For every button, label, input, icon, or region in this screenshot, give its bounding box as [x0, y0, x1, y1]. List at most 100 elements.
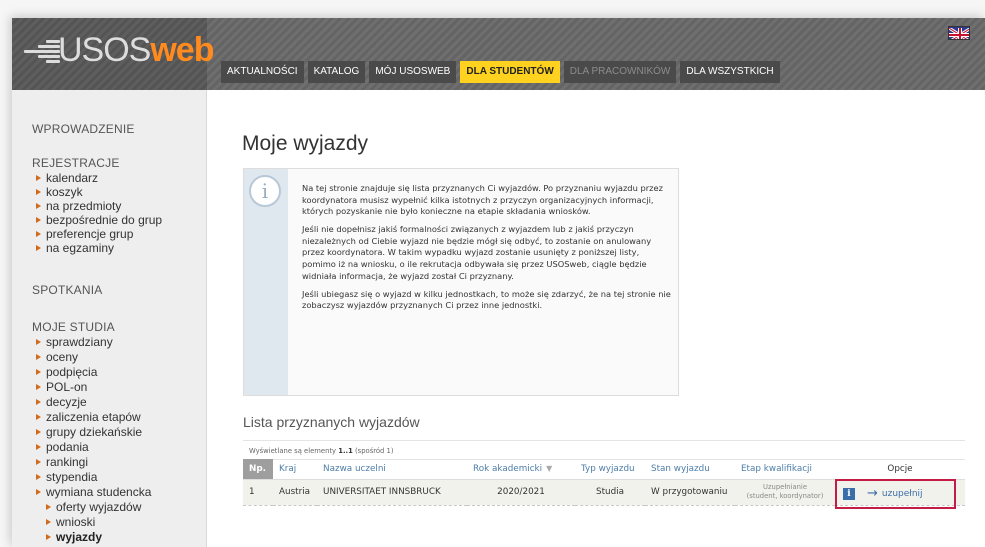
bullet-icon: [36, 489, 41, 495]
sidebar-heading-wprowadzenie[interactable]: WPROWADZENIE: [32, 122, 135, 136]
trips-table: Np. Kraj Nazwa uczelni Rok akademicki ▼ T…: [243, 459, 965, 509]
sidebar-item-label: zaliczenia etapów: [46, 410, 141, 424]
bullet-icon: [36, 474, 41, 480]
sidebar-item-preferencje[interactable]: preferencje grup: [36, 227, 133, 241]
column-typ[interactable]: Typ wyjazdu: [575, 459, 645, 480]
list-title: Lista przyznanych wyjazdów: [243, 414, 420, 430]
sidebar-item-label: wymiana studencka: [46, 485, 152, 499]
summary-prefix: Wyświetlane są elementy: [249, 447, 339, 455]
column-kraj[interactable]: Kraj: [273, 459, 317, 480]
column-np[interactable]: Np.: [243, 459, 273, 480]
bullet-icon: [36, 399, 41, 405]
browser-frame: USOSweb AKTUALNOŚCI KATALOG MÓJ USOSWEB …: [12, 18, 985, 547]
info-paragraph: Jeśli ubiegasz się o wyjazd w kilku jedn…: [302, 288, 671, 311]
sidebar-item-label: bezpośrednie do grup: [46, 213, 163, 227]
header: USOSweb AKTUALNOŚCI KATALOG MÓJ USOSWEB …: [12, 18, 985, 90]
details-info-icon[interactable]: i: [843, 487, 855, 500]
cell-typ: Studia: [575, 479, 645, 506]
sidebar-item-label: POL-on: [46, 380, 88, 394]
cell-opcje: i → uzupełnij: [835, 478, 965, 509]
sidebar-item-koszyk[interactable]: koszyk: [36, 185, 83, 199]
bullet-icon: [36, 414, 41, 420]
sort-icon: ▼: [546, 463, 553, 473]
tab-moj-usosweb[interactable]: MÓJ USOSWEB: [369, 61, 457, 83]
sidebar-item-bezposrednie[interactable]: bezpośrednie do grup: [36, 213, 162, 227]
bullet-icon: [36, 384, 41, 390]
column-stan[interactable]: Stan wyjazdu: [645, 459, 735, 480]
sidebar-item-zaliczenia[interactable]: zaliczenia etapów: [36, 410, 141, 424]
bullet-icon: [36, 429, 41, 435]
sidebar-item-label: rankingi: [46, 455, 89, 469]
stage-line2: (student, koordynator): [746, 492, 824, 500]
stage-line1: Uzupełnianie: [762, 483, 808, 491]
sidebar-item-na-przedmioty[interactable]: na przedmioty: [36, 199, 121, 213]
options-highlight: i → uzupełnij: [835, 478, 956, 509]
sidebar-item-stypendia[interactable]: stypendia: [36, 470, 97, 484]
cell-stan: W przygotowaniu: [645, 479, 735, 506]
info-box: i Na tej stronie znajduje się lista przy…: [243, 168, 679, 396]
sidebar-item-podania[interactable]: podania: [36, 440, 89, 454]
column-etap[interactable]: Etap kwalifikacji: [735, 459, 835, 480]
tab-katalog[interactable]: KATALOG: [307, 61, 366, 83]
column-uczelnia[interactable]: Nazwa uczelni: [317, 459, 467, 480]
sidebar-heading-spotkania[interactable]: SPOTKANIA: [32, 283, 102, 297]
cell-np: 1: [243, 479, 273, 506]
main-tabs: AKTUALNOŚCI KATALOG MÓJ USOSWEB DLA STUD…: [221, 61, 784, 83]
fill-in-link[interactable]: → uzupełnij: [867, 486, 923, 501]
uk-flag-icon[interactable]: [948, 26, 970, 40]
bullet-icon: [36, 369, 41, 375]
bullet-icon: [46, 519, 51, 525]
bullet-icon: [36, 444, 41, 450]
sidebar-item-label: wnioski: [56, 515, 96, 529]
sidebar-item-oceny[interactable]: oceny: [36, 350, 78, 364]
page-title: Moje wyjazdy: [242, 132, 369, 155]
tab-dla-studentow[interactable]: DLA STUDENTÓW: [460, 61, 560, 83]
sidebar-subitem-wyjazdy[interactable]: wyjazdy: [46, 530, 102, 544]
info-text: Na tej stronie znajduje się lista przyzn…: [302, 183, 672, 318]
bullet-icon: [36, 354, 41, 360]
sidebar-subitem-oferty[interactable]: oferty wyjazdów: [46, 500, 141, 514]
tab-dla-pracownikow: DLA PRACOWNIKÓW: [563, 61, 677, 83]
sidebar-item-label: kalendarz: [46, 171, 99, 185]
sidebar-heading-moje-studia[interactable]: MOJE STUDIA: [32, 320, 115, 334]
sidebar-item-label: oferty wyjazdów: [56, 500, 142, 514]
info-paragraph: Jeśli nie dopełnisz jakiś formalności zw…: [302, 224, 652, 281]
sidebar-subitem-wnioski[interactable]: wnioski: [46, 515, 95, 529]
sidebar-item-rankingi[interactable]: rankingi: [36, 455, 88, 469]
sidebar-heading-rejestracje[interactable]: REJESTRACJE: [32, 156, 120, 170]
sidebar-item-label: na przedmioty: [46, 199, 122, 213]
logo-text-web: web: [150, 31, 214, 69]
sidebar-item-podpiecia[interactable]: podpięcia: [36, 365, 97, 379]
sidebar-item-label: sprawdziany: [46, 335, 113, 349]
sidebar-item-sprawdziany[interactable]: sprawdziany: [36, 335, 113, 349]
bullet-icon: [36, 217, 41, 223]
bullet-icon: [36, 245, 41, 251]
logo[interactable]: USOSweb: [12, 18, 214, 90]
sidebar-item-decyzje[interactable]: decyzje: [36, 395, 87, 409]
summary-suffix: (spośród 1): [352, 447, 394, 455]
tab-aktualnosci[interactable]: AKTUALNOŚCI: [221, 61, 304, 83]
bullet-icon: [36, 459, 41, 465]
column-rok-label: Rok akademicki: [473, 463, 543, 474]
sidebar-item-label: podania: [46, 440, 89, 454]
bullet-icon: [46, 534, 51, 540]
info-stripe: i: [244, 169, 288, 395]
sidebar-item-label: stypendia: [46, 470, 98, 484]
sidebar-item-label: wyjazdy: [56, 530, 103, 544]
sidebar-item-label: grupy dziekańskie: [46, 425, 143, 439]
sidebar-item-egzaminy[interactable]: na egzaminy: [36, 241, 114, 255]
column-rok[interactable]: Rok akademicki ▼: [467, 459, 575, 480]
sidebar-item-kalendarz[interactable]: kalendarz: [36, 171, 98, 185]
sidebar-item-grupy[interactable]: grupy dziekańskie: [36, 425, 142, 439]
list-summary: Wyświetlane są elementy 1..1 (spośród 1): [243, 440, 965, 460]
info-paragraph: Na tej stronie znajduje się lista przyzn…: [302, 183, 663, 217]
sidebar-item-label: decyzje: [46, 395, 87, 409]
logo-text: USOSweb: [58, 26, 214, 74]
bullet-icon: [46, 504, 51, 510]
bullet-icon: [36, 203, 41, 209]
sidebar-item-label: oceny: [46, 350, 79, 364]
sidebar-item-wymiana[interactable]: wymiana studencka: [36, 485, 151, 499]
tab-dla-wszystkich[interactable]: DLA WSZYSTKICH: [680, 61, 780, 83]
bullet-icon: [36, 231, 41, 237]
sidebar-item-pol-on[interactable]: POL-on: [36, 380, 87, 394]
